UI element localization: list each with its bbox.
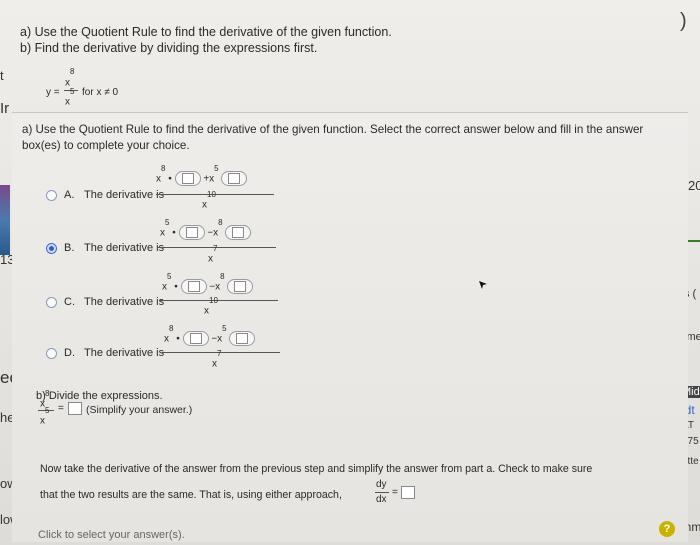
option-d-box-1[interactable] — [182, 331, 209, 347]
question-b-line1: Now take the derivative of the answer fr… — [40, 463, 593, 475]
dx-label: dx — [376, 494, 387, 505]
question-b-answer-box[interactable] — [68, 402, 82, 415]
edge-left-frag-2: Ir — [0, 100, 10, 117]
option-a-letter: A. — [64, 189, 75, 201]
option-d-radio[interactable] — [46, 348, 57, 359]
option-a-label: The derivative is — [84, 189, 165, 201]
option-d-letter: D. — [64, 347, 75, 359]
option-b-denominator: x7 — [208, 244, 218, 265]
option-c[interactable]: C. The derivative is x5 • −x8 x10 — [40, 272, 280, 324]
question-b-line2: that the two results are the same. That … — [40, 489, 342, 501]
option-d-label: The derivative is — [84, 347, 165, 359]
option-a-denominator: x10 — [202, 190, 216, 211]
question-b-denominator: x5 — [40, 406, 50, 427]
edge-left-stripe — [0, 185, 10, 255]
question-b-hint: (Simplify your answer.) — [86, 404, 193, 416]
question-a-prompt-line1: a) Use the Quotient Rule to find the der… — [22, 123, 644, 136]
option-c-box-2[interactable] — [227, 279, 254, 295]
option-d[interactable]: D. The derivative is x8 • −x5 x7 — [40, 324, 280, 376]
option-b-radio[interactable] — [46, 243, 57, 254]
option-c-denominator: x10 — [204, 296, 218, 317]
option-b-box-2[interactable] — [225, 225, 252, 241]
option-c-radio[interactable] — [46, 297, 57, 308]
option-d-fraction-bar — [162, 352, 280, 353]
help-icon[interactable]: ? — [659, 521, 675, 537]
option-b-letter: B. — [64, 242, 75, 254]
edge-right-frag-1: 20 — [688, 178, 700, 193]
option-d-denominator: x7 — [212, 349, 222, 370]
header-line-b: b) Find the derivative by dividing the e… — [20, 41, 318, 55]
option-a-box-1[interactable] — [174, 171, 201, 187]
option-a[interactable]: A. The derivative is x8 • +x5 x10 — [40, 164, 280, 214]
question-b-equals: = — [58, 403, 64, 414]
dy-dx-answer-box[interactable] — [401, 486, 415, 499]
mouse-cursor-icon — [478, 277, 488, 295]
function-condition: for x ≠ 0 — [82, 87, 119, 98]
option-a-radio[interactable] — [46, 190, 57, 201]
screenshot: ) t Ir 13 eop here ow r low r 20 s ( ime… — [0, 0, 700, 545]
edge-left-frag-1: t — [0, 68, 4, 83]
option-c-label: The derivative is — [84, 296, 165, 308]
option-c-numerator: x5 • −x8 — [162, 272, 254, 295]
option-b-label: The derivative is — [84, 242, 165, 254]
option-d-numerator: x8 • −x5 — [164, 324, 256, 347]
option-b[interactable]: B. The derivative is x5 • −x8 x7 — [40, 218, 280, 270]
option-b-box-1[interactable] — [178, 225, 205, 241]
question-a-prompt-line2: box(es) to complete your choice. — [22, 139, 190, 152]
function-y-label: y = — [46, 87, 60, 98]
option-b-fraction-bar — [158, 247, 276, 248]
option-a-numerator: x8 • +x5 — [156, 164, 248, 187]
option-c-letter: C. — [64, 296, 75, 308]
dy-dx-equals: = — [392, 487, 398, 498]
dy-label: dy — [376, 479, 387, 490]
option-a-box-2[interactable] — [221, 171, 248, 187]
option-c-box-1[interactable] — [180, 279, 207, 295]
option-b-numerator: x5 • −x8 — [160, 218, 252, 241]
option-d-box-2[interactable] — [229, 331, 256, 347]
close-bracket-icon[interactable]: ) — [680, 10, 687, 33]
dy-dx-fraction-bar — [375, 492, 389, 493]
function-denominator: x5 — [65, 87, 75, 108]
option-c-fraction-bar — [160, 300, 278, 301]
header-line-a: a) Use the Quotient Rule to find the der… — [20, 25, 392, 39]
question-b-title: b) Divide the expressions. — [36, 390, 163, 402]
click-to-select-text: Click to select your answer(s). — [38, 529, 185, 541]
